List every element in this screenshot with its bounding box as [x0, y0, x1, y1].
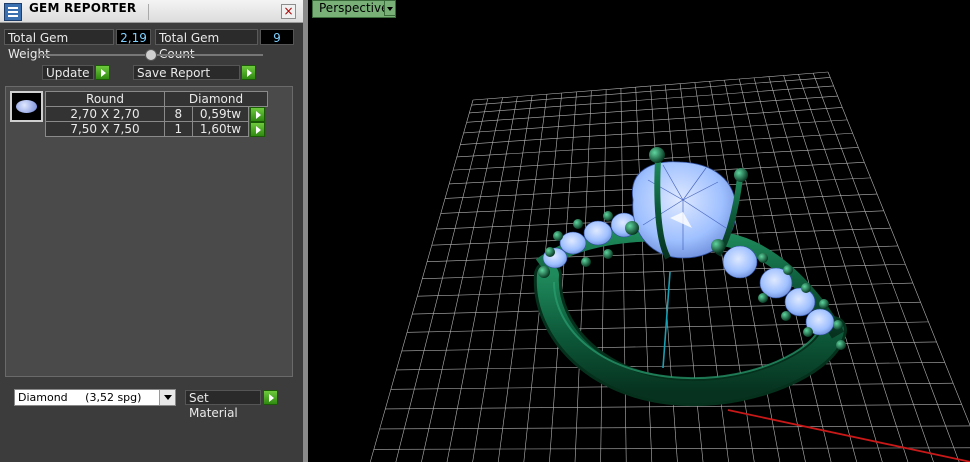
update-arrow-icon[interactable] — [95, 65, 110, 80]
gem-reporter-icon — [4, 3, 22, 21]
set-material-arrow-icon[interactable] — [263, 390, 278, 405]
set-material-button[interactable]: Set Material — [185, 390, 261, 420]
gem-weight-cell: 0,59tw — [191, 106, 250, 122]
perspective-viewport[interactable]: Perspective — [307, 0, 970, 462]
material-density: (3,52 spg) — [85, 391, 142, 404]
row-select-arrow-icon[interactable] — [250, 107, 266, 122]
chevron-down-icon[interactable] — [159, 390, 175, 405]
gem-table: Round Diamond 2,70 X 2,70 8 0,59tw 7,50 … — [45, 91, 268, 137]
material-dropdown[interactable]: Diamond (3,52 spg) — [14, 389, 176, 406]
ring-model[interactable] — [533, 147, 847, 407]
total-gem-count-value: 9 — [260, 29, 294, 45]
total-gem-count-label: Total Gem Count — [155, 29, 258, 61]
table-row[interactable]: 7,50 X 7,50 1 1,60tw — [45, 121, 268, 137]
viewport-scene — [369, 71, 970, 462]
gem-count-cell: 1 — [164, 121, 193, 137]
total-gem-weight-value: 2,19 — [116, 29, 151, 45]
gem-weight-cell: 1,60tw — [191, 121, 250, 137]
gem-reporter-panel: GEM REPORTER × Total Gem Weight 2,19 Tot… — [0, 0, 307, 462]
update-button[interactable]: Update — [42, 65, 94, 80]
save-report-button[interactable]: Save Report — [133, 65, 240, 80]
material-name: Diamond — [18, 391, 68, 404]
gem-size-cell: 2,70 X 2,70 — [45, 106, 165, 122]
total-gem-weight-label: Total Gem Weight — [4, 29, 114, 61]
row-select-arrow-icon[interactable] — [250, 121, 266, 137]
title-divider — [148, 4, 149, 20]
header-material: Diamond — [164, 91, 268, 107]
close-icon[interactable]: × — [281, 4, 296, 19]
gem-count-cell: 8 — [164, 106, 193, 122]
save-report-arrow-icon[interactable] — [241, 65, 256, 80]
gem-table-header-row: Round Diamond — [45, 91, 268, 107]
header-shape: Round — [45, 91, 165, 107]
round-gem-thumbnail-icon[interactable] — [10, 91, 43, 122]
viewport-label[interactable]: Perspective — [312, 0, 396, 18]
gem-size-cell: 7,50 X 7,50 — [45, 121, 165, 137]
table-row[interactable]: 2,70 X 2,70 8 0,59tw — [45, 106, 268, 122]
window-title: GEM REPORTER — [29, 1, 137, 15]
title-bar[interactable]: GEM REPORTER × — [0, 0, 303, 23]
viewport-menu-chevron-down-icon[interactable] — [384, 0, 396, 16]
panel-slider-knob[interactable] — [145, 49, 157, 61]
